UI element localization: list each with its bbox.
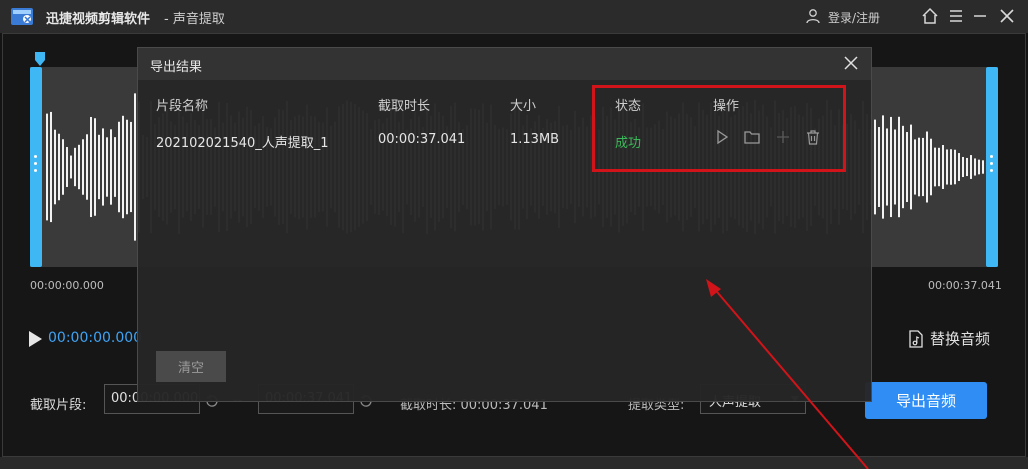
- replace-audio-button[interactable]: 替换音频: [908, 328, 990, 349]
- minimize-button[interactable]: [970, 6, 990, 26]
- app-title: 迅捷视频剪辑软件: [46, 12, 151, 27]
- column-header-status: 状态: [615, 99, 642, 114]
- export-result-dialog: 导出结果 片段名称 截取时长 大小 状态 操作 202102021540_人声提…: [137, 47, 872, 402]
- home-button[interactable]: [920, 6, 940, 26]
- column-header-name: 片段名称: [156, 99, 209, 114]
- home-icon: [922, 7, 938, 24]
- current-time: 00:00:00.000: [48, 330, 143, 346]
- plus-icon: [777, 131, 789, 143]
- column-header-size: 大小: [510, 99, 537, 114]
- row-status: 成功: [615, 136, 642, 151]
- playhead-marker-icon[interactable]: [35, 52, 45, 66]
- column-header-duration: 截取时长: [378, 99, 431, 114]
- bottom-bar: [0, 457, 1028, 469]
- dialog-close-button[interactable]: [843, 55, 859, 71]
- row-size: 1.13MB: [510, 132, 560, 147]
- close-icon: [1000, 9, 1014, 23]
- delete-button[interactable]: [804, 128, 822, 146]
- timeline-end-time: 00:00:37.041: [928, 279, 1002, 292]
- open-folder-button[interactable]: [743, 128, 761, 146]
- menu-button[interactable]: [946, 6, 966, 26]
- trim-handle-left[interactable]: [30, 67, 42, 267]
- title-bar: 迅捷视频剪辑软件 - 声音提取 登录/注册: [0, 0, 1028, 33]
- replace-audio-label: 替换音频: [930, 330, 991, 348]
- row-name: 202102021540_人声提取_1: [156, 136, 329, 151]
- trim-handle-right[interactable]: [986, 67, 998, 267]
- login-link[interactable]: 登录/注册: [828, 9, 880, 26]
- clear-button[interactable]: 清空: [156, 351, 226, 382]
- row-duration: 00:00:37.041: [378, 132, 466, 147]
- grip-icon: [34, 155, 38, 179]
- segment-label: 截取片段:: [30, 398, 87, 413]
- play-button[interactable]: [713, 128, 731, 146]
- export-audio-button[interactable]: 导出音频: [865, 382, 987, 419]
- user-icon[interactable]: [805, 8, 821, 24]
- minimize-icon: [974, 15, 986, 17]
- column-header-actions: 操作: [713, 99, 740, 114]
- trash-icon: [807, 130, 819, 145]
- folder-icon: [744, 131, 760, 144]
- grip-icon: [990, 155, 994, 179]
- app-logo-icon: [11, 8, 33, 25]
- music-file-icon: [909, 329, 923, 348]
- dialog-title: 导出结果: [150, 60, 203, 75]
- play-icon[interactable]: [27, 330, 43, 348]
- menu-icon: [950, 10, 962, 22]
- close-window-button[interactable]: [997, 6, 1017, 26]
- play-icon: [717, 129, 729, 145]
- page-subtitle: - 声音提取: [164, 12, 225, 27]
- close-icon: [844, 56, 858, 70]
- timeline-start-time: 00:00:00.000: [30, 279, 104, 292]
- add-button[interactable]: [774, 128, 792, 146]
- dialog-header: 导出结果: [138, 48, 871, 80]
